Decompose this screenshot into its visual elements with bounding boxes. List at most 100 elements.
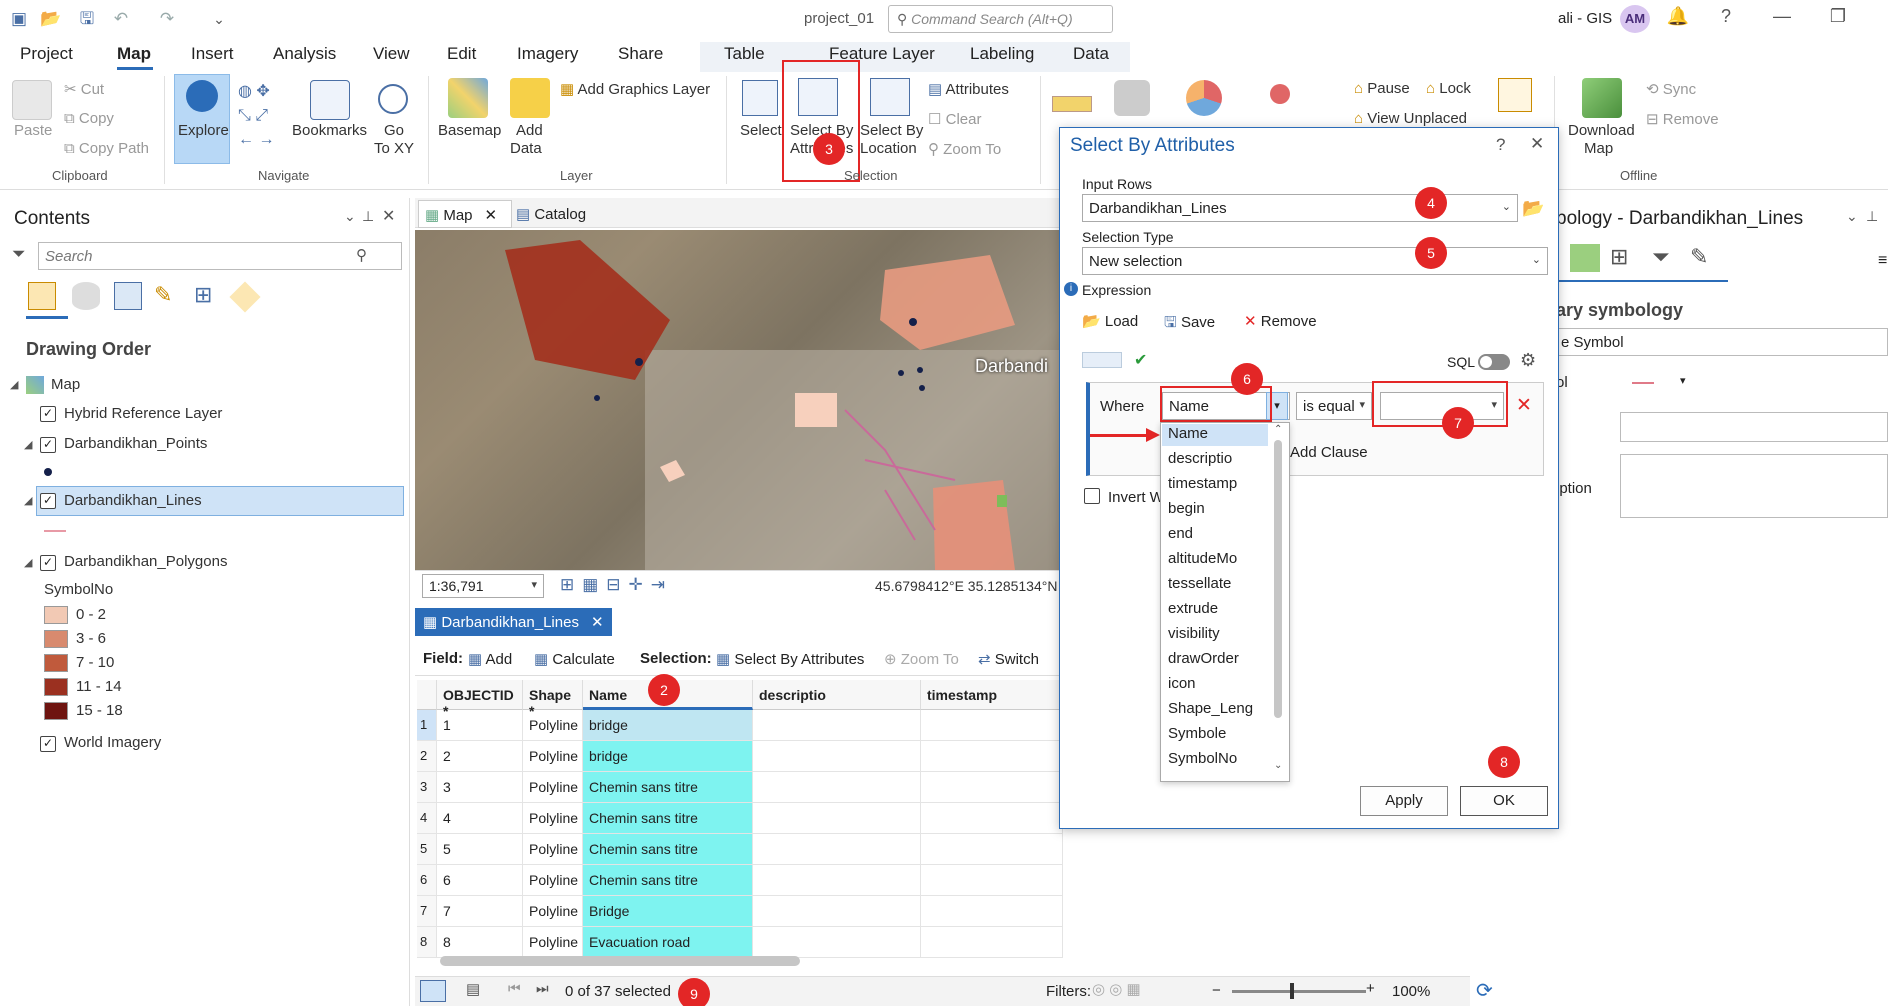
- refresh-icon[interactable]: ⟳: [1476, 978, 1493, 1003]
- close-icon[interactable]: ✕: [382, 206, 395, 226]
- row-number[interactable]: 7: [417, 896, 437, 927]
- dropdown-item[interactable]: tessellate: [1168, 575, 1231, 592]
- bookmarks-icon[interactable]: [310, 80, 350, 120]
- pane-options-icon[interactable]: ⌄: [344, 208, 356, 225]
- pane-options-icon[interactable]: ⌄: [1846, 208, 1858, 225]
- minimize-icon[interactable]: —: [1770, 6, 1794, 27]
- tab-share[interactable]: Share: [618, 44, 663, 64]
- zoom-out-icon[interactable]: −: [1212, 982, 1221, 999]
- dropdown-scrollbar[interactable]: [1274, 440, 1282, 718]
- column-header-descriptio[interactable]: descriptio: [753, 680, 921, 710]
- table-cell-id[interactable]: 2: [437, 741, 523, 772]
- dropdown-item[interactable]: end: [1168, 525, 1193, 542]
- tab-imagery[interactable]: Imagery: [517, 44, 578, 64]
- bookmarks-label[interactable]: Bookmarks: [292, 122, 367, 139]
- table-cell-id[interactable]: 5: [437, 834, 523, 865]
- sync-button[interactable]: ⟲ Sync: [1646, 80, 1696, 98]
- lock-button[interactable]: ⌂ Lock: [1426, 80, 1471, 97]
- load-button[interactable]: 📂 Load: [1082, 312, 1138, 330]
- gear-icon[interactable]: ⚙: [1520, 350, 1536, 371]
- scroll-down-icon[interactable]: ⌄: [1274, 760, 1282, 771]
- infographic-icon[interactable]: [1186, 80, 1222, 116]
- table-cell-empty[interactable]: [753, 772, 921, 803]
- table-cell-empty[interactable]: [753, 896, 921, 927]
- show-all-records-icon[interactable]: [420, 980, 446, 1002]
- invert-checkbox[interactable]: [1084, 488, 1100, 504]
- lines-checkbox[interactable]: ✓: [40, 493, 56, 509]
- zoom-level[interactable]: 100%: [1392, 983, 1430, 1000]
- goto-label-2[interactable]: To XY: [374, 140, 414, 157]
- nav-arrows-icon[interactable]: ◍ ✥ ⤡ ⤢ ← →: [238, 80, 284, 156]
- show-selected-records-icon[interactable]: ▤: [466, 980, 480, 998]
- selection-type-dropdown[interactable]: New selection ⌄: [1082, 247, 1548, 275]
- table-zoom-to-button[interactable]: ⊕ Zoom To: [884, 650, 959, 668]
- line-symbol[interactable]: [1632, 382, 1654, 384]
- switch-button[interactable]: ⇄ Switch: [978, 650, 1039, 668]
- list-by-selection-icon[interactable]: [114, 282, 142, 310]
- vary-by-attribute-icon[interactable]: ⊞: [1610, 244, 1628, 270]
- tab-project[interactable]: Project: [20, 44, 73, 64]
- dropdown-item[interactable]: visibility: [1168, 625, 1220, 642]
- table-cell-id[interactable]: 6: [437, 865, 523, 896]
- table-cell-id[interactable]: 7: [437, 896, 523, 927]
- dropdown-item[interactable]: begin: [1168, 500, 1205, 517]
- table-cell-empty[interactable]: [921, 803, 1063, 834]
- add-field-button[interactable]: ▦ Add: [468, 650, 512, 668]
- last-record-icon[interactable]: ⏭: [536, 980, 549, 997]
- column-header-shape[interactable]: Shape *: [523, 680, 583, 719]
- scroll-up-icon[interactable]: ⌃: [1274, 424, 1282, 435]
- row-number[interactable]: 4: [417, 803, 437, 834]
- table-cell-empty[interactable]: [753, 927, 921, 958]
- table-cell-empty[interactable]: [753, 834, 921, 865]
- table-cell-shape[interactable]: Polyline: [523, 834, 583, 865]
- search-icon[interactable]: ⚲: [356, 246, 367, 264]
- zoom-to-button[interactable]: ⚲ Zoom To: [928, 140, 1001, 158]
- tab-map-view[interactable]: ▦ Map ✕: [418, 200, 512, 228]
- table-cell-name[interactable]: Evacuation road: [583, 927, 753, 958]
- tab-edit[interactable]: Edit: [447, 44, 476, 64]
- dropdown-item[interactable]: drawOrder: [1168, 650, 1239, 667]
- tab-view[interactable]: View: [373, 44, 410, 64]
- scale-selector[interactable]: 1:36,791 ▾: [422, 574, 544, 598]
- description-field[interactable]: [1620, 454, 1888, 518]
- dropdown-item[interactable]: timestamp: [1168, 475, 1237, 492]
- zoom-slider[interactable]: [1232, 990, 1366, 993]
- expand-icon[interactable]: ◢: [24, 556, 32, 569]
- verify-check-icon[interactable]: ✔: [1134, 350, 1147, 370]
- table-cell-id[interactable]: 1: [437, 710, 523, 741]
- dropdown-item[interactable]: Name: [1168, 425, 1208, 442]
- save-button[interactable]: 🖫 Save: [1164, 312, 1215, 337]
- layer-world-imagery[interactable]: World Imagery: [64, 734, 161, 751]
- layer-hybrid-reference[interactable]: Hybrid Reference Layer: [64, 405, 222, 422]
- table-cell-name[interactable]: Chemin sans titre: [583, 803, 753, 834]
- table-cell-shape[interactable]: Polyline: [523, 865, 583, 896]
- layer-map[interactable]: Map: [51, 376, 80, 393]
- table-cell-empty[interactable]: [921, 772, 1063, 803]
- table-cell-empty[interactable]: [753, 710, 921, 741]
- dropdown-item[interactable]: descriptio: [1168, 450, 1232, 467]
- zoom-in-icon[interactable]: +: [1366, 980, 1375, 997]
- close-icon[interactable]: ✕: [591, 614, 604, 631]
- horizontal-scrollbar[interactable]: [440, 956, 800, 966]
- view-unplaced-button[interactable]: ⌂ View Unplaced: [1354, 110, 1467, 127]
- select-by-location-label-2[interactable]: Location: [860, 140, 917, 157]
- user-name[interactable]: ali - GIS: [1558, 10, 1612, 27]
- table-cell-empty[interactable]: [921, 834, 1063, 865]
- customize-icon[interactable]: ⌄: [208, 8, 230, 30]
- restore-icon[interactable]: ❐: [1826, 6, 1850, 27]
- pin-icon[interactable]: ⊥: [1866, 208, 1878, 225]
- help-icon[interactable]: ?: [1714, 6, 1738, 27]
- table-cell-empty[interactable]: [921, 896, 1063, 927]
- table-cell-shape[interactable]: Polyline: [523, 927, 583, 958]
- add-data-icon[interactable]: [510, 78, 550, 118]
- table-cell-shape[interactable]: Polyline: [523, 896, 583, 927]
- basemap-label[interactable]: Basemap: [438, 122, 501, 139]
- table-tab[interactable]: ▦ Darbandikhan_Lines ✕: [415, 608, 612, 636]
- close-icon[interactable]: ✕: [1530, 134, 1544, 154]
- layer-darbandikhan-polygons[interactable]: Darbandikhan_Polygons: [64, 553, 227, 570]
- clear-button[interactable]: ☐ Clear: [928, 110, 981, 128]
- dropdown-item[interactable]: SymbolNo: [1168, 750, 1237, 767]
- table-cell-id[interactable]: 4: [437, 803, 523, 834]
- snapping-icon[interactable]: ⊞: [194, 282, 222, 310]
- copy-path-button[interactable]: ⧉ Copy Path: [64, 140, 149, 157]
